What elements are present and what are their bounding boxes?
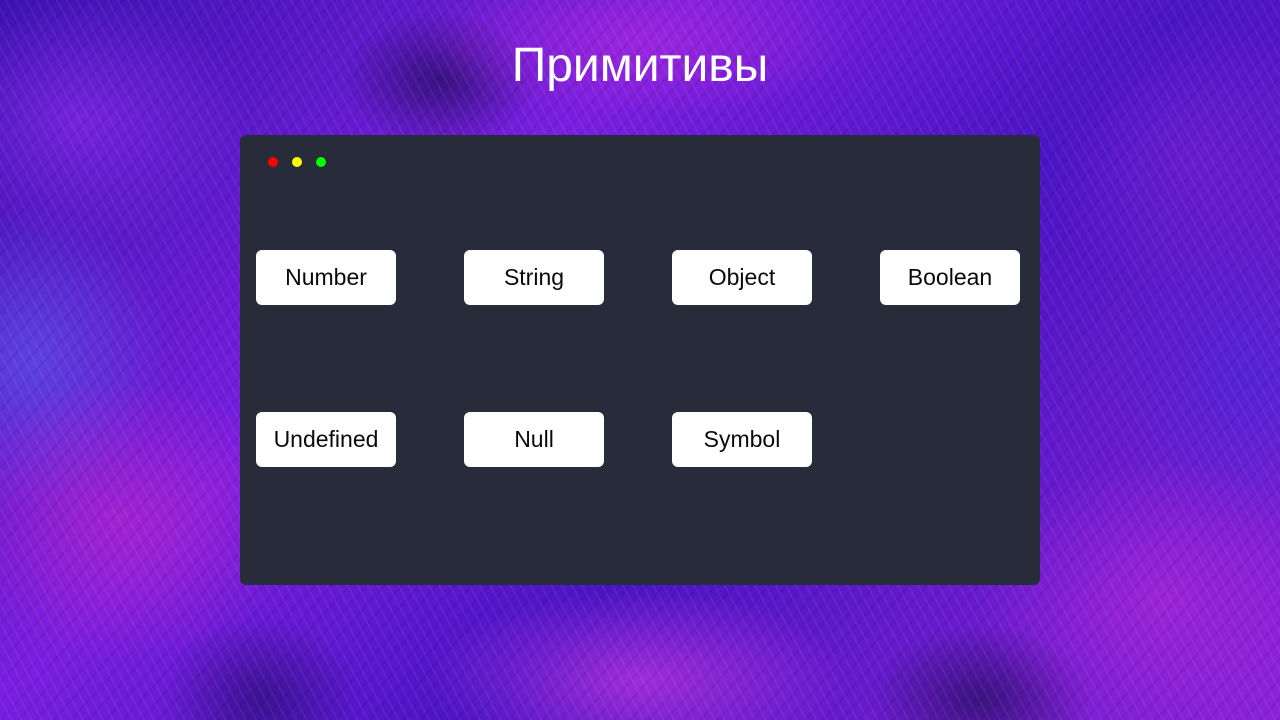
type-chip-string[interactable]: String	[464, 250, 604, 305]
type-chip-undefined[interactable]: Undefined	[256, 412, 396, 467]
code-window: Number String Object Boolean Undefined N…	[240, 135, 1040, 585]
type-chip-object[interactable]: Object	[672, 250, 812, 305]
type-chip-number[interactable]: Number	[256, 250, 396, 305]
type-chip-boolean[interactable]: Boolean	[880, 250, 1020, 305]
maximize-dot-icon[interactable]	[316, 157, 326, 167]
close-dot-icon[interactable]	[268, 157, 278, 167]
type-chip-null[interactable]: Null	[464, 412, 604, 467]
slide-title: Примитивы	[511, 39, 769, 92]
type-chip-symbol[interactable]: Symbol	[672, 412, 812, 467]
minimize-dot-icon[interactable]	[292, 157, 302, 167]
